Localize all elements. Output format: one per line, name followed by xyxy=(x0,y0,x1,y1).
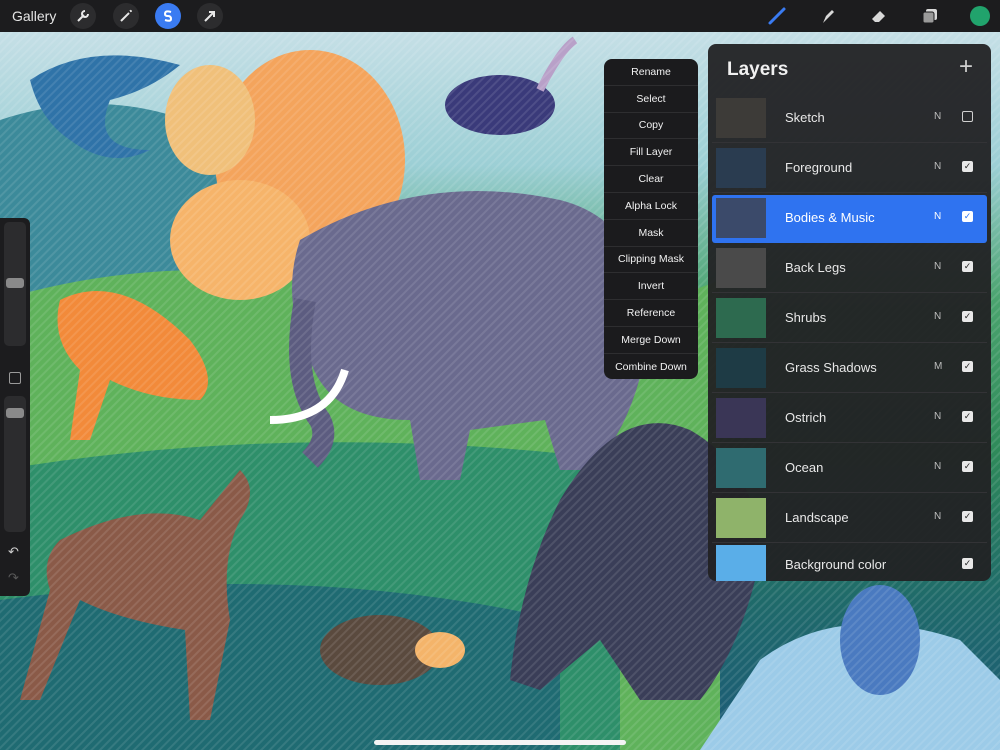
undo-icon[interactable]: ↶ xyxy=(8,544,19,560)
layer-row[interactable]: Shrubs N ✓ xyxy=(712,295,987,343)
layer-visibility-checkbox[interactable]: ✓ xyxy=(962,411,973,422)
wrench-icon[interactable] xyxy=(70,3,96,29)
menu-item-alpha-lock[interactable]: Alpha Lock xyxy=(604,193,698,220)
top-toolbar: Gallery xyxy=(0,0,1000,32)
layer-visibility-checkbox[interactable]: ✓ xyxy=(962,511,973,522)
layer-options-menu: Rename Select Copy Fill Layer Clear Alph… xyxy=(604,59,698,379)
brush-size-knob[interactable] xyxy=(6,278,24,288)
layers-icon[interactable] xyxy=(917,3,943,29)
layer-name: Grass Shadows xyxy=(785,360,877,375)
brush-size-slider[interactable] xyxy=(4,222,26,346)
menu-item-select[interactable]: Select xyxy=(604,86,698,113)
layer-name: Foreground xyxy=(785,160,853,175)
layer-name: Landscape xyxy=(785,510,849,525)
redo-icon[interactable]: ↷ xyxy=(8,570,19,586)
layer-name: Bodies & Music xyxy=(785,210,875,225)
layer-name: Ostrich xyxy=(785,410,827,425)
layer-blend-mode[interactable]: N xyxy=(934,211,941,222)
add-layer-button[interactable]: + xyxy=(959,55,973,79)
opacity-knob[interactable] xyxy=(6,408,24,418)
layer-thumbnail[interactable] xyxy=(716,98,766,138)
layer-row[interactable]: Bodies & Music N ✓ xyxy=(712,195,987,243)
menu-item-invert[interactable]: Invert xyxy=(604,273,698,301)
layer-thumbnail[interactable] xyxy=(716,348,766,388)
gallery-button[interactable]: Gallery xyxy=(12,3,56,29)
layer-name: Sketch xyxy=(785,110,825,125)
layer-visibility-checkbox[interactable]: ✓ xyxy=(962,461,973,472)
left-sidebar: ↶ ↷ xyxy=(0,218,30,596)
layer-name: Back Legs xyxy=(785,260,846,275)
layer-thumbnail[interactable] xyxy=(716,498,766,538)
layer-blend-mode[interactable]: N xyxy=(934,511,941,522)
layer-row[interactable]: Ocean N ✓ xyxy=(712,445,987,493)
menu-item-clear[interactable]: Clear xyxy=(604,166,698,193)
menu-item-clipping-mask[interactable]: Clipping Mask xyxy=(604,247,698,274)
menu-item-copy[interactable]: Copy xyxy=(604,113,698,140)
layer-visibility-checkbox[interactable]: ✓ xyxy=(962,361,973,372)
layer-row[interactable]: Back Legs N ✓ xyxy=(712,245,987,293)
layer-thumbnail[interactable] xyxy=(716,545,766,581)
layer-visibility-checkbox[interactable]: ✓ xyxy=(962,161,973,172)
modify-button[interactable] xyxy=(9,372,21,384)
layer-visibility-checkbox[interactable]: ✓ xyxy=(962,211,973,222)
layer-blend-mode[interactable]: M xyxy=(934,361,942,372)
smudge-icon[interactable] xyxy=(815,3,841,29)
layer-blend-mode[interactable]: N xyxy=(934,111,941,122)
menu-item-rename[interactable]: Rename xyxy=(604,59,698,86)
layer-blend-mode[interactable]: N xyxy=(934,311,941,322)
layers-panel: Layers + Sketch N Foreground N ✓ Bodies & Mus… xyxy=(708,44,991,581)
layer-thumbnail[interactable] xyxy=(716,448,766,488)
menu-item-merge-down[interactable]: Merge Down xyxy=(604,327,698,354)
layer-name: Ocean xyxy=(785,460,824,475)
menu-item-fill-layer[interactable]: Fill Layer xyxy=(604,139,698,167)
layer-thumbnail[interactable] xyxy=(716,248,766,288)
transform-arrow-icon[interactable] xyxy=(197,3,223,29)
eraser-icon[interactable] xyxy=(866,3,892,29)
layer-visibility-checkbox[interactable]: ✓ xyxy=(962,558,973,569)
layer-visibility-checkbox[interactable]: ✓ xyxy=(962,261,973,272)
layer-visibility-checkbox[interactable]: ✓ xyxy=(962,311,973,322)
layer-visibility-checkbox[interactable] xyxy=(962,111,973,122)
layer-name: Background color xyxy=(785,557,887,572)
layer-row[interactable]: Foreground N ✓ xyxy=(712,145,987,193)
magic-wand-icon[interactable] xyxy=(113,3,139,29)
layers-title: Layers xyxy=(727,59,789,80)
layer-blend-mode[interactable]: N xyxy=(934,411,941,422)
brush-icon[interactable] xyxy=(764,3,790,29)
layer-blend-mode[interactable]: N xyxy=(934,161,941,172)
menu-item-mask[interactable]: Mask xyxy=(604,220,698,247)
layer-row[interactable]: Background color ✓ xyxy=(712,542,987,581)
layer-row[interactable]: Sketch N xyxy=(712,95,987,143)
selection-icon[interactable] xyxy=(155,3,181,29)
layer-thumbnail[interactable] xyxy=(716,298,766,338)
menu-item-combine-down[interactable]: Combine Down xyxy=(604,354,698,379)
color-swatch[interactable] xyxy=(970,6,990,26)
layer-row[interactable]: Ostrich N ✓ xyxy=(712,395,987,443)
opacity-slider[interactable] xyxy=(4,396,26,532)
layer-row[interactable]: Grass Shadows M ✓ xyxy=(712,345,987,393)
layer-blend-mode[interactable]: N xyxy=(934,461,941,472)
layer-name: Shrubs xyxy=(785,310,827,325)
home-indicator[interactable] xyxy=(374,740,626,745)
layer-thumbnail[interactable] xyxy=(716,398,766,438)
layer-row[interactable]: Landscape N ✓ xyxy=(712,495,987,543)
layer-thumbnail[interactable] xyxy=(716,148,766,188)
layer-thumbnail[interactable] xyxy=(716,198,766,238)
menu-item-reference[interactable]: Reference xyxy=(604,300,698,327)
layer-blend-mode[interactable]: N xyxy=(934,261,941,272)
